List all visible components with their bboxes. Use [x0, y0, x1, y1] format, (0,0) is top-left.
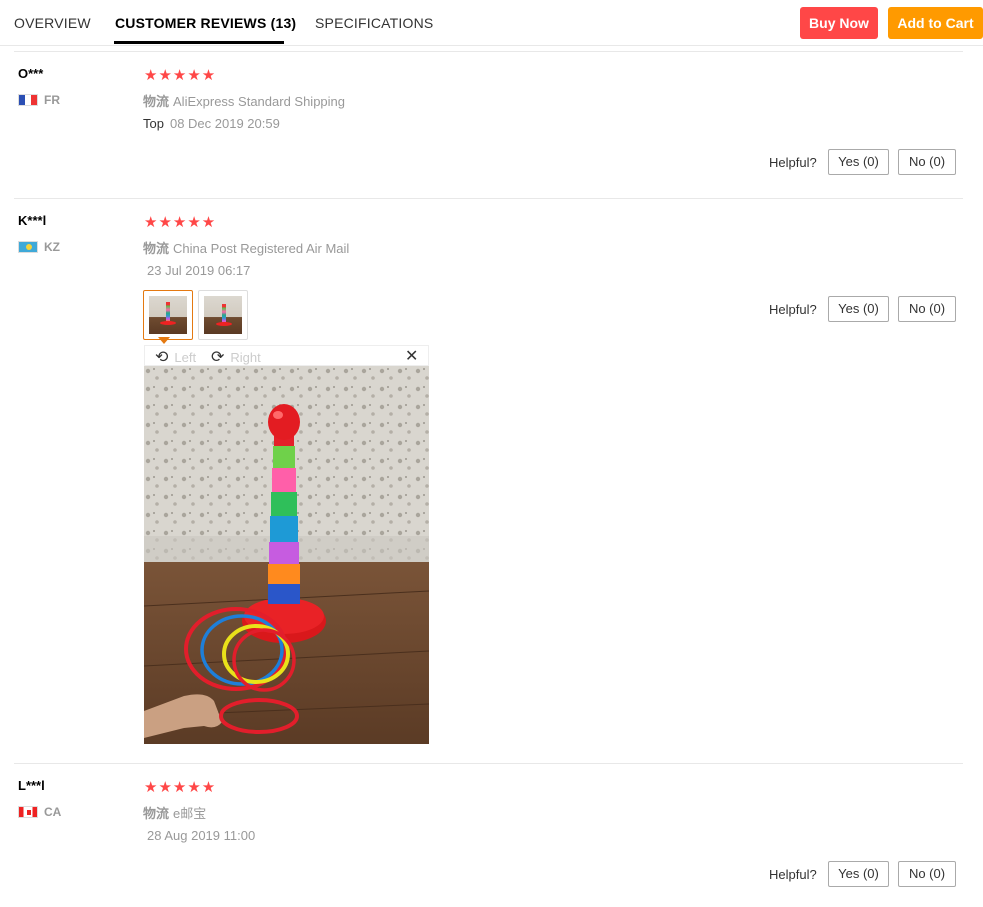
- shipping-value: AliExpress Standard Shipping: [173, 94, 346, 109]
- reviewer-country: FR: [18, 93, 60, 107]
- shipping-value: e邮宝: [173, 806, 207, 821]
- rotate-right-icon: ⟳: [211, 349, 225, 366]
- review-photo-enlarged: [144, 366, 429, 744]
- shipping-label: 物流: [143, 241, 170, 256]
- tab-customer-reviews[interactable]: CUSTOMER REVIEWS (13): [115, 15, 296, 31]
- rotate-right-label: Right: [230, 349, 261, 365]
- rotate-left-icon: ⟲: [155, 349, 169, 366]
- rotate-left-button[interactable]: ⟲ Left: [155, 347, 196, 367]
- star-rating: ★★★★★: [144, 779, 217, 796]
- product-tab-bar: OVERVIEW CUSTOMER REVIEWS (13) SPECIFICA…: [0, 0, 983, 46]
- active-tab-indicator: [114, 41, 284, 44]
- helpful-yes-button[interactable]: Yes (0): [828, 296, 889, 322]
- review-date: 08 Dec 2019 20:59: [169, 116, 280, 131]
- helpful-no-button[interactable]: No (0): [898, 149, 956, 175]
- close-icon[interactable]: ✕: [405, 346, 418, 366]
- ring-toss-thumbnail-image: [149, 296, 187, 334]
- review-date: 28 Aug 2019 11:00: [147, 828, 256, 843]
- helpful-label: Helpful?: [769, 302, 817, 317]
- helpful-label: Helpful?: [769, 155, 817, 170]
- photo-viewer-toolbar: ⟲ Left ⟳ Right ✕: [144, 345, 429, 366]
- review-date: 23 Jul 2019 06:17: [147, 263, 251, 278]
- star-rating: ★★★★★: [144, 67, 217, 84]
- shipping-label: 物流: [143, 806, 170, 821]
- shipping-value: China Post Registered Air Mail: [173, 241, 350, 256]
- helpful-yes-button[interactable]: Yes (0): [828, 861, 889, 887]
- divider: [14, 198, 963, 199]
- divider: [14, 51, 963, 52]
- shipping-method: 物流 China Post Registered Air Mail: [143, 238, 349, 257]
- helpful-no-button[interactable]: No (0): [898, 861, 956, 887]
- ring-toss-thumbnail-image: [204, 296, 242, 334]
- ring-toss-photo: [144, 366, 429, 744]
- review-photo-thumbnail[interactable]: [143, 290, 193, 340]
- reviewer-name: L***l: [18, 778, 45, 793]
- country-code: CA: [44, 805, 62, 819]
- helpful-label: Helpful?: [769, 867, 817, 882]
- reviewer-name: O***: [18, 66, 44, 81]
- review-photo-thumbnail[interactable]: [198, 290, 248, 340]
- reviewer-name: K***l: [18, 213, 47, 228]
- canada-flag-icon: [18, 806, 38, 818]
- add-to-cart-button[interactable]: Add to Cart: [888, 7, 983, 39]
- shipping-label: 物流: [143, 94, 170, 109]
- france-flag-icon: [18, 94, 38, 106]
- shipping-method: 物流 e邮宝: [143, 803, 206, 822]
- country-code: KZ: [44, 240, 60, 254]
- reviewer-country: KZ: [18, 240, 60, 254]
- rotate-right-button[interactable]: ⟳ Right: [211, 347, 261, 367]
- tab-overview[interactable]: OVERVIEW: [14, 15, 91, 31]
- divider: [14, 763, 963, 764]
- review-date-line: Top 08 Dec 2019 20:59: [143, 116, 280, 131]
- star-rating: ★★★★★: [144, 214, 217, 231]
- country-code: FR: [44, 93, 60, 107]
- helpful-no-button[interactable]: No (0): [898, 296, 956, 322]
- shipping-method: 物流 AliExpress Standard Shipping: [143, 91, 345, 110]
- tab-specifications[interactable]: SPECIFICATIONS: [315, 15, 433, 31]
- reviewer-country: CA: [18, 805, 61, 819]
- kazakhstan-flag-icon: [18, 241, 38, 253]
- buy-now-button[interactable]: Buy Now: [800, 7, 878, 39]
- rotate-left-label: Left: [174, 349, 197, 365]
- top-label: Top: [143, 116, 164, 131]
- selected-thumbnail-caret: [158, 337, 170, 344]
- helpful-yes-button[interactable]: Yes (0): [828, 149, 889, 175]
